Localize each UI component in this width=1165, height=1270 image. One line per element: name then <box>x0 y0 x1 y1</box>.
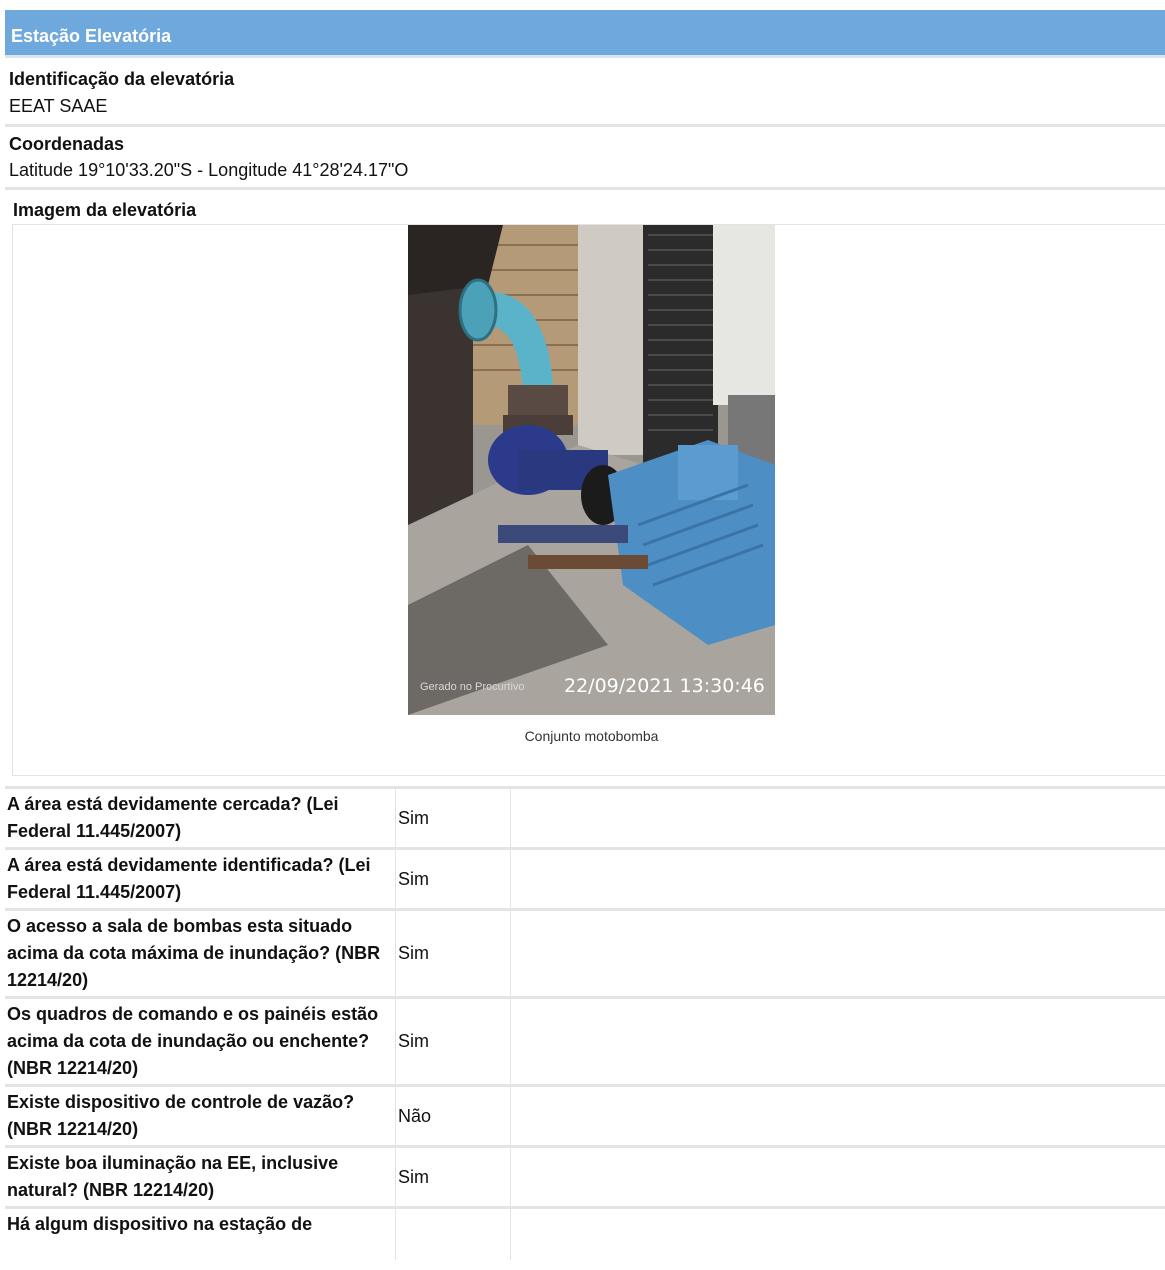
observation-cell <box>510 1145 1165 1208</box>
table-row: Há algum dispositivo na estação de <box>5 1206 1165 1260</box>
divider <box>5 187 1165 190</box>
photo-timestamp: 22/09/2021 13:30:46 <box>564 675 765 697</box>
observation-cell <box>510 996 1165 1086</box>
coordenadas-value: Latitude 19°10'33.20"S - Longitude 41°28… <box>9 160 409 180</box>
table-row: Existe dispositivo de controle de vazão?… <box>5 1084 1165 1147</box>
answer-value: Não <box>395 1084 511 1147</box>
pump-photo[interactable]: Gerado no Procurtivo 22/09/2021 13:30:46 <box>408 225 775 715</box>
answer-value: Sim <box>395 1145 511 1208</box>
section-title: Estação Elevatória <box>11 26 172 46</box>
section-header: Estação Elevatória <box>5 10 1165 58</box>
table-row: O acesso a sala de bombas esta situado a… <box>5 908 1165 998</box>
answer-value: Sim <box>395 996 511 1086</box>
answer-value: Sim <box>395 847 511 910</box>
coordenadas-label: Coordenadas <box>9 134 125 154</box>
observation-cell <box>510 908 1165 998</box>
coordenadas-field: Coordenadas Latitude 19°10'33.20"S - Lon… <box>5 130 1165 188</box>
observation-cell <box>510 847 1165 910</box>
question-text: A área está devidamente identificada? (L… <box>5 847 396 910</box>
observation-cell <box>510 1206 1165 1260</box>
imagem-field: Imagem da elevatória <box>5 196 1165 220</box>
table-row: Existe boa iluminação na EE, inclusive n… <box>5 1145 1165 1208</box>
question-text: Existe boa iluminação na EE, inclusive n… <box>5 1145 396 1208</box>
question-text: Há algum dispositivo na estação de <box>5 1206 396 1260</box>
imagem-label: Imagem da elevatória <box>13 200 197 220</box>
question-text: A área está devidamente cercada? (Lei Fe… <box>5 786 396 849</box>
table-row: A área está devidamente identificada? (L… <box>5 847 1165 910</box>
observation-cell <box>510 786 1165 849</box>
question-text: Os quadros de comando e os painéis estão… <box>5 996 396 1086</box>
question-text: O acesso a sala de bombas esta situado a… <box>5 908 396 998</box>
divider <box>5 124 1165 127</box>
photo-watermark: Gerado no Procurtivo <box>420 681 525 693</box>
questions-table: A área está devidamente cercada? (Lei Fe… <box>5 786 1165 1260</box>
table-row: Os quadros de comando e os painéis estão… <box>5 996 1165 1086</box>
question-text: Existe dispositivo de controle de vazão?… <box>5 1084 396 1147</box>
answer-value: Sim <box>395 908 511 998</box>
answer-value: Sim <box>395 786 511 849</box>
answer-value <box>395 1206 511 1260</box>
identificacao-label: Identificação da elevatória <box>9 69 235 89</box>
identificacao-value: EEAT SAAE <box>9 96 108 116</box>
identificacao-field: Identificação da elevatória EEAT SAAE <box>5 66 1165 124</box>
table-row: A área está devidamente cercada? (Lei Fe… <box>5 786 1165 849</box>
observation-cell <box>510 1084 1165 1147</box>
image-caption: Conjunto motobomba <box>524 728 659 744</box>
